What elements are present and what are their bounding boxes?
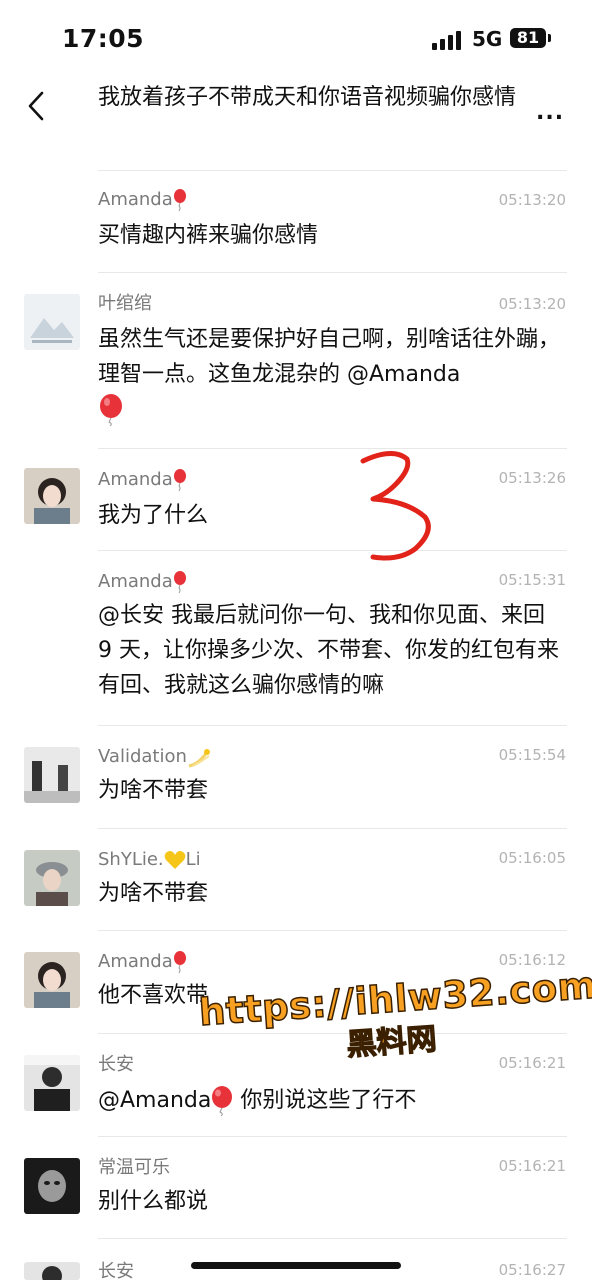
message-text: @长安 我最后就问你一句、我和你见面、来回 9 天，让你操多少次、不带套、你发的… <box>98 603 559 698</box>
sender-name: 长安 <box>98 1261 134 1282</box>
message-text: @Amanda 你别说这些了行不 <box>98 1083 560 1118</box>
avatar[interactable] <box>24 468 80 524</box>
balloon-icon <box>173 189 186 211</box>
message-text: 为啥不带套 <box>98 881 209 906</box>
sender-name: Amanda <box>98 468 187 492</box>
avatar[interactable] <box>24 850 80 906</box>
yellow-heart-icon <box>164 851 185 869</box>
balloon-icon <box>173 951 186 973</box>
divider <box>98 550 567 551</box>
home-indicator[interactable] <box>191 1262 401 1269</box>
shooting-star-icon <box>188 749 210 768</box>
sender-name: 长安 <box>98 1054 134 1075</box>
balloon-icon <box>173 571 186 593</box>
status-bar: 17:05 5G 81 <box>0 0 592 80</box>
message-timestamp: 05:16:21 <box>498 1157 566 1175</box>
message-timestamp: 05:13:20 <box>498 191 566 209</box>
divider <box>98 1238 567 1239</box>
message-text-partial: 我放着孩子不带成天和你语音视频骗你感情 <box>98 85 517 110</box>
list-item: 叶绾绾 05:13:20 虽然生气还是要保护好自己啊，别啥话往外蹦，理智一点。这… <box>0 272 592 444</box>
divider <box>98 725 567 726</box>
message-text: 我为了什么 <box>98 503 209 528</box>
list-item: Amanda 05:13:26 我为了什么 <box>0 448 592 548</box>
sender-name: 叶绾绾 <box>98 293 152 314</box>
sender-name: Amanda <box>98 950 187 974</box>
message-timestamp: 05:16:27 <box>498 1261 566 1279</box>
avatar[interactable] <box>24 952 80 1008</box>
message-text: 买情趣内裤来骗你感情 <box>98 223 319 248</box>
message-timestamp: 05:13:20 <box>498 295 566 313</box>
sender-name: 常温可乐 <box>98 1157 170 1178</box>
handwritten-mark-icon <box>360 451 431 561</box>
status-time: 17:05 <box>62 24 145 53</box>
divider <box>98 828 567 829</box>
sender-name: Validation <box>98 745 211 769</box>
message-text: 虽然生气还是要保护好自己啊，别啥话往外蹦，理智一点。这鱼龙混杂的 @Amanda <box>98 322 560 427</box>
avatar[interactable] <box>24 747 80 803</box>
sender-name: Amanda <box>98 188 187 212</box>
network-type: 5G <box>472 27 503 51</box>
message-timestamp: 05:13:26 <box>498 469 566 487</box>
message-timestamp: 05:15:54 <box>498 746 566 764</box>
back-chevron-icon <box>28 91 44 121</box>
list-item: Validation 05:15:54 为啥不带套 <box>0 725 592 825</box>
cell-signal-icon <box>432 30 464 50</box>
divider <box>98 272 567 273</box>
divider <box>98 170 567 171</box>
message-text: 为啥不带套 <box>98 778 209 803</box>
sender-name: ShYLie. Li <box>98 849 201 870</box>
message-text: 别什么都说 <box>98 1189 209 1214</box>
avatar[interactable] <box>24 1158 80 1214</box>
balloon-icon <box>212 1086 233 1116</box>
list-item: ShYLie. Li 05:16:05 为啥不带套 <box>0 828 592 928</box>
more-dots-icon[interactable]: ... <box>536 100 564 125</box>
battery-icon: 81 <box>510 28 546 48</box>
sender-name: Amanda <box>98 570 187 594</box>
divider <box>98 930 567 931</box>
balloon-icon <box>173 469 186 491</box>
avatar[interactable] <box>24 1262 80 1280</box>
message-timestamp: 05:16:05 <box>498 849 566 867</box>
avatar[interactable] <box>24 1055 80 1111</box>
list-item: 长安 05:16:27 <box>0 1238 592 1282</box>
message-timestamp: 05:16:21 <box>498 1054 566 1072</box>
avatar[interactable] <box>24 294 80 350</box>
balloon-icon <box>100 394 122 426</box>
list-item: Amanda 05:13:20 买情趣内裤来骗你感情 <box>0 170 592 270</box>
message-timestamp: 05:15:31 <box>498 571 566 589</box>
divider <box>98 448 567 449</box>
divider <box>98 1136 567 1137</box>
list-item: 常温可乐 05:16:21 别什么都说 <box>0 1136 592 1236</box>
list-item: Amanda 05:15:31 @长安 我最后就问你一句、我和你见面、来回 9 … <box>0 550 592 722</box>
battery-tip <box>548 34 551 42</box>
back-button[interactable] <box>22 88 52 124</box>
